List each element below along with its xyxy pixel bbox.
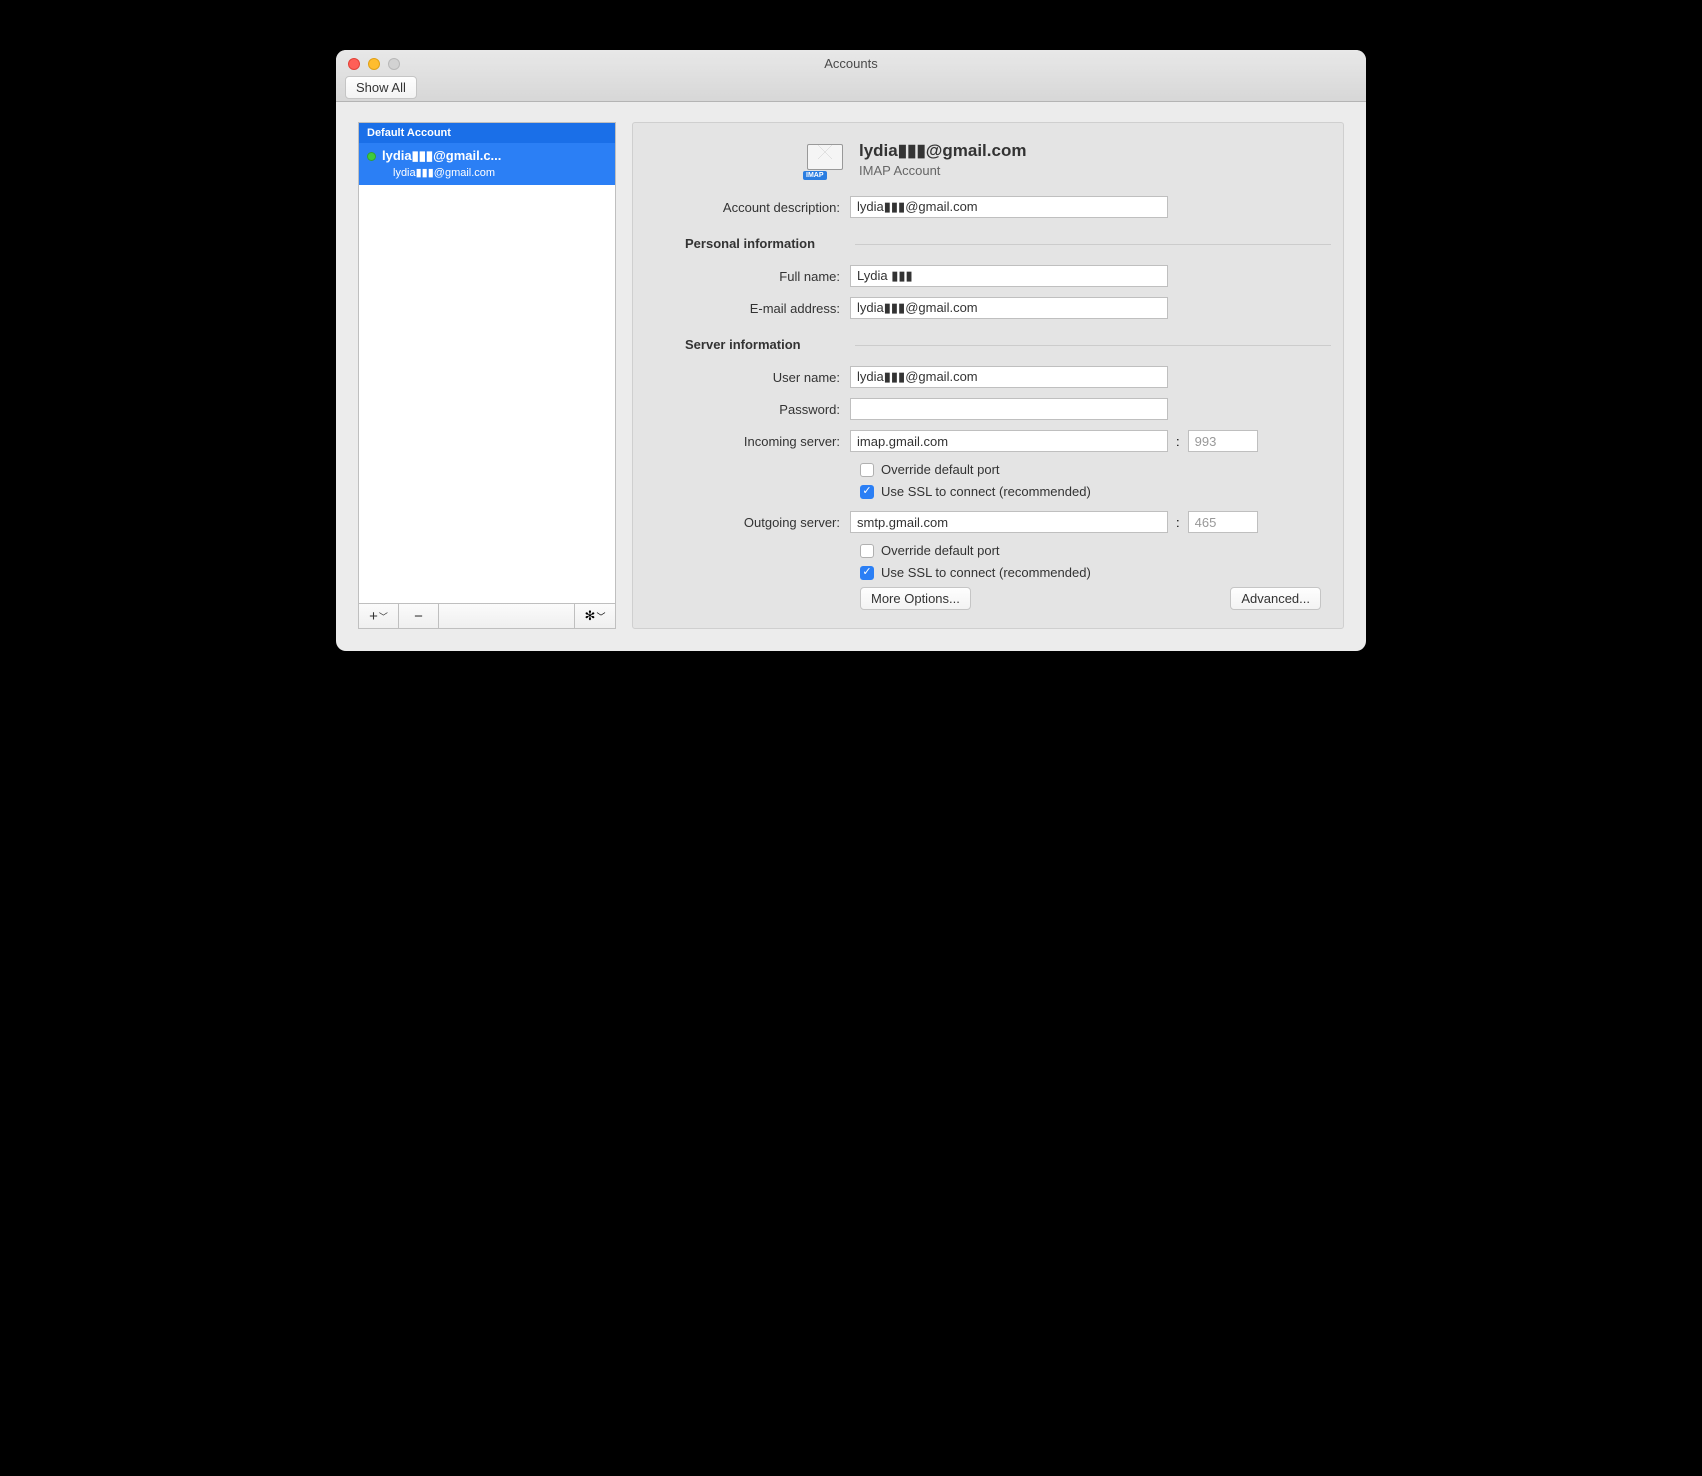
incoming-override-checkbox[interactable] [860,463,874,477]
outgoing-server-input[interactable] [850,511,1168,533]
outgoing-server-label: Outgoing server: [655,515,850,530]
minus-icon: − [414,608,423,625]
accounts-window: Accounts Show All Default Account lydia▮… [336,50,1366,651]
account-item-title: lydia▮▮▮@gmail.c... [382,148,501,164]
account-item-sub: lydia▮▮▮@gmail.com [367,166,607,179]
account-details-pane: IMAP lydia▮▮▮@gmail.com IMAP Account Acc… [632,122,1344,629]
account-type-label: IMAP Account [859,163,1026,178]
account-list[interactable]: Default Account lydia▮▮▮@gmail.c... lydi… [358,122,616,603]
gear-icon: ✻ [585,608,596,624]
incoming-server-label: Incoming server: [655,434,850,449]
incoming-override-label: Override default port [881,462,1000,477]
incoming-ssl-label: Use SSL to connect (recommended) [881,484,1091,499]
remove-account-button[interactable]: − [399,604,439,628]
account-actions-button[interactable]: ✻﹀ [575,604,615,628]
status-online-icon [367,152,376,161]
username-input[interactable] [850,366,1168,388]
show-all-button[interactable]: Show All [345,76,417,99]
outgoing-ssl-checkbox[interactable]: ✓ [860,566,874,580]
account-description-input[interactable] [850,196,1168,218]
more-options-button[interactable]: More Options... [860,587,971,610]
personal-info-header: Personal information [685,236,1321,251]
window-title: Accounts [336,56,1366,71]
username-label: User name: [655,370,850,385]
fullname-input[interactable] [850,265,1168,287]
incoming-server-input[interactable] [850,430,1168,452]
outgoing-override-label: Override default port [881,543,1000,558]
server-info-header: Server information [685,337,1321,352]
plus-icon: + [369,608,378,625]
sidebar-footer: +﹀ − ✻﹀ [358,603,616,629]
add-account-button[interactable]: +﹀ [359,604,399,628]
account-sidebar: Default Account lydia▮▮▮@gmail.c... lydi… [358,122,616,629]
incoming-ssl-checkbox[interactable]: ✓ [860,485,874,499]
fullname-label: Full name: [655,269,850,284]
password-label: Password: [655,402,850,417]
account-email-title: lydia▮▮▮@gmail.com [859,141,1026,161]
account-list-header: Default Account [359,123,615,143]
account-description-label: Account description: [655,200,850,215]
titlebar: Accounts Show All [336,50,1366,102]
account-list-item[interactable]: lydia▮▮▮@gmail.c... lydia▮▮▮@gmail.com [359,143,615,185]
email-input[interactable] [850,297,1168,319]
outgoing-port-input[interactable] [1188,511,1258,533]
password-input[interactable] [850,398,1168,420]
chevron-down-icon: ﹀ [379,610,388,623]
chevron-down-icon: ﹀ [596,610,605,623]
outgoing-override-checkbox[interactable] [860,544,874,558]
outgoing-ssl-label: Use SSL to connect (recommended) [881,565,1091,580]
email-label: E-mail address: [655,301,850,316]
mail-imap-icon: IMAP [805,142,845,178]
advanced-button[interactable]: Advanced... [1230,587,1321,610]
incoming-port-input[interactable] [1188,430,1258,452]
